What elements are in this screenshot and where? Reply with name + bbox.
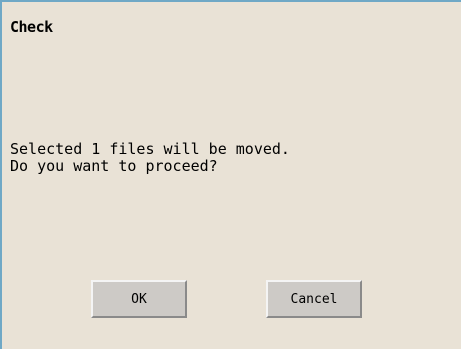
cancel-button[interactable]: Cancel [266,280,362,318]
dialog-title: Check [10,18,53,36]
confirm-dialog: Check Selected 1 files will be moved. Do… [0,0,461,349]
message-line-1: Selected 1 files will be moved. [10,140,290,158]
dialog-message: Selected 1 files will be moved. Do you w… [10,141,290,175]
message-line-2: Do you want to proceed? [10,157,218,175]
ok-button[interactable]: OK [91,280,187,318]
